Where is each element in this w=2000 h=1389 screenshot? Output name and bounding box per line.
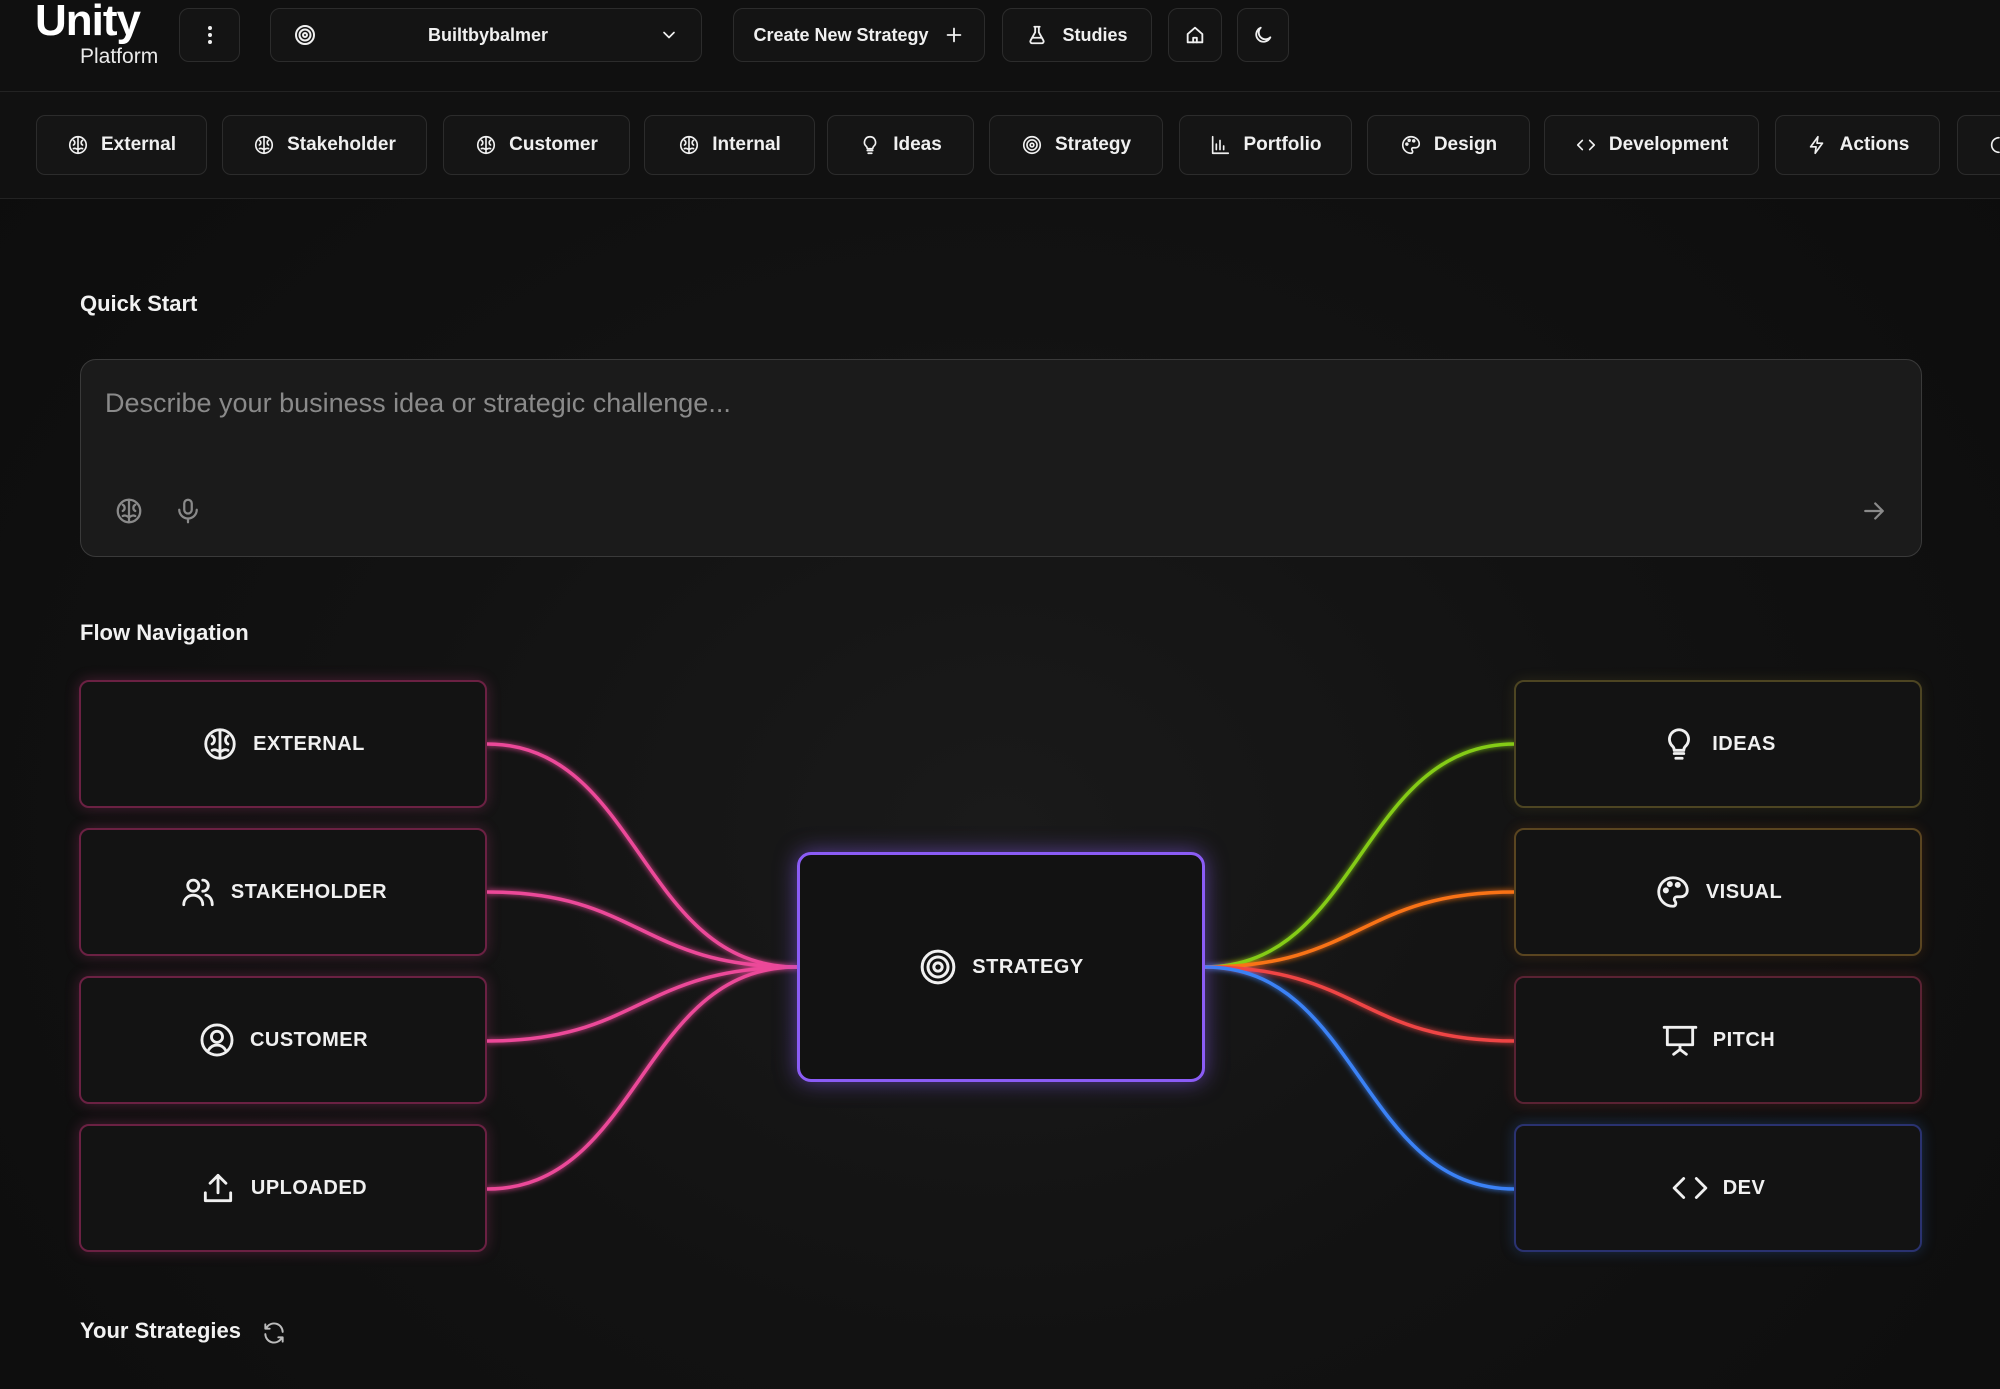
lightbulb-icon [1668, 728, 1691, 760]
user-circle-icon [200, 1023, 234, 1057]
connector-customer [486, 965, 798, 1043]
flow-node-strategy[interactable]: STRATEGY [797, 852, 1205, 1082]
flow-node-customer[interactable]: CUSTOMER [79, 976, 487, 1104]
code-icon [1672, 1177, 1707, 1199]
flow-node-label: CUSTOMER [249, 1028, 369, 1051]
flow-node-visual[interactable]: VISUAL [1514, 828, 1922, 956]
presentation-icon [1662, 1025, 1698, 1056]
upload-icon [203, 1173, 232, 1203]
connector-external [486, 742, 798, 969]
palette-icon [1657, 876, 1689, 908]
connector-stakeholder [486, 890, 798, 969]
brain-icon [204, 728, 236, 760]
flow-node-stakeholder[interactable]: STAKEHOLDER [79, 828, 487, 956]
target-icon [920, 949, 956, 985]
flow-node-label: PITCH [1712, 1028, 1776, 1051]
flow-node-dev[interactable]: DEV [1514, 1124, 1922, 1252]
connector-ideas [1204, 742, 1516, 969]
flow-node-label: IDEAS [1712, 732, 1776, 755]
flow-node-ideas[interactable]: IDEAS [1514, 680, 1922, 808]
connector-dev [1204, 965, 1516, 1191]
connector-uploaded [486, 965, 798, 1191]
your-strategies-heading: Your Strategies [80, 1318, 241, 1343]
flow-node-uploaded[interactable]: UPLOADED [79, 1124, 487, 1252]
connector-pitch [1204, 965, 1516, 1043]
refresh-icon [264, 1322, 284, 1344]
flow-node-label: UPLOADED [250, 1176, 368, 1199]
flow-node-label: EXTERNAL [253, 732, 365, 755]
flow-node-pitch[interactable]: PITCH [1514, 976, 1922, 1104]
flow-node-external[interactable]: EXTERNAL [79, 680, 487, 808]
users-icon [182, 878, 214, 907]
flow-node-label: DEV [1722, 1176, 1766, 1199]
connector-visual [1204, 890, 1516, 969]
flow-node-label: STRATEGY [972, 955, 1084, 978]
flow-node-label: STAKEHOLDER [230, 880, 388, 903]
flow-node-label: VISUAL [1705, 880, 1783, 903]
refresh-button[interactable] [261, 1320, 287, 1346]
